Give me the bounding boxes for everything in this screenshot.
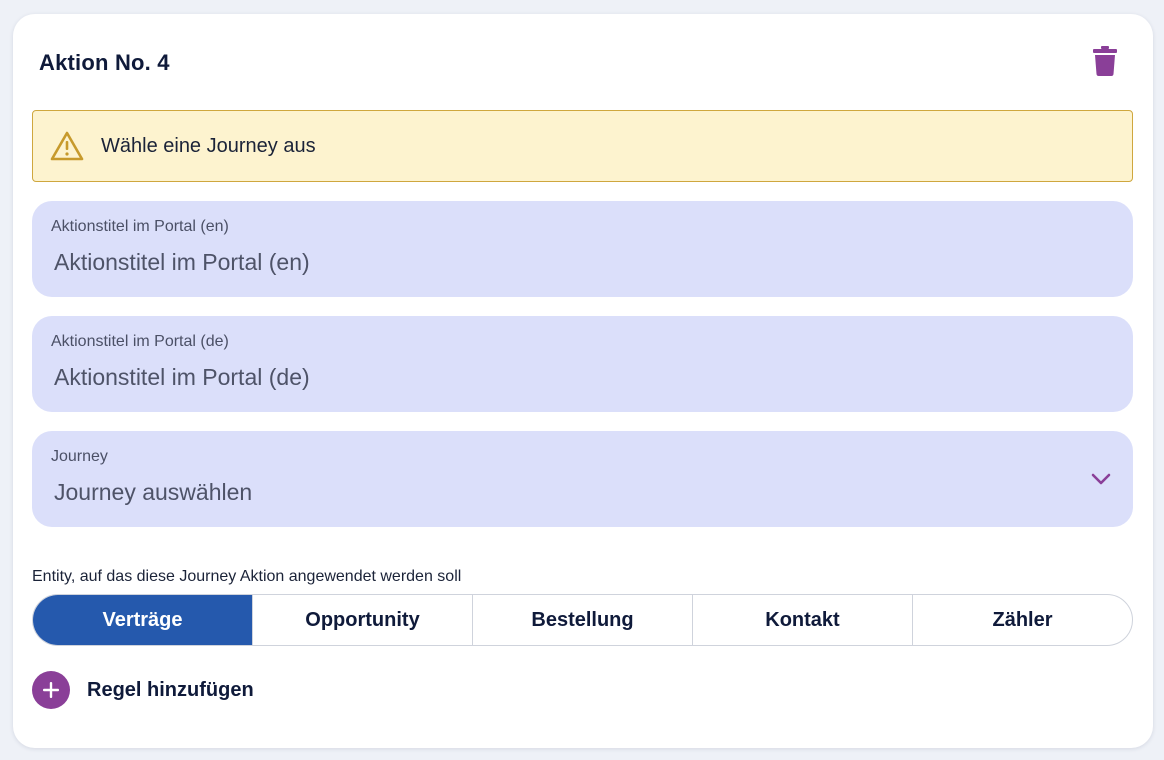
alert-message: Wähle eine Journey aus xyxy=(101,134,316,157)
title-de-field[interactable]: Aktionstitel im Portal (de) xyxy=(32,316,1133,412)
add-rule-label: Regel hinzufügen xyxy=(87,678,254,701)
chevron-down-icon[interactable] xyxy=(1089,467,1113,491)
journey-label: Journey xyxy=(51,448,108,465)
entity-option-kontakt[interactable]: Kontakt xyxy=(693,595,913,645)
journey-selected-value: Journey auswählen xyxy=(54,479,253,505)
entity-label: Entity, auf das diese Journey Aktion ang… xyxy=(32,568,462,585)
entity-option-vertraege[interactable]: Verträge xyxy=(33,595,253,645)
trash-icon xyxy=(1093,45,1117,81)
entity-option-opportunity[interactable]: Opportunity xyxy=(253,595,473,645)
add-rule-button[interactable]: Regel hinzufügen xyxy=(32,671,254,709)
title-de-label: Aktionstitel im Portal (de) xyxy=(51,333,229,350)
action-card: Aktion No. 4 Wähle eine Journey aus Akti… xyxy=(13,14,1153,748)
title-en-label: Aktionstitel im Portal (en) xyxy=(51,218,229,235)
title-en-field[interactable]: Aktionstitel im Portal (en) xyxy=(32,201,1133,297)
entity-option-zaehler[interactable]: Zähler xyxy=(913,595,1132,645)
entity-segmented-control: Verträge Opportunity Bestellung Kontakt … xyxy=(32,594,1133,646)
entity-option-bestellung[interactable]: Bestellung xyxy=(473,595,693,645)
warning-alert: Wähle eine Journey aus xyxy=(32,110,1133,182)
title-de-input[interactable] xyxy=(54,364,954,391)
plus-icon xyxy=(32,671,70,709)
journey-select[interactable]: Journey Journey auswählen xyxy=(32,431,1133,527)
delete-button[interactable] xyxy=(1087,45,1123,81)
warning-triangle-icon xyxy=(50,128,86,164)
title-en-input[interactable] xyxy=(54,249,954,276)
card-title: Aktion No. 4 xyxy=(39,50,170,75)
